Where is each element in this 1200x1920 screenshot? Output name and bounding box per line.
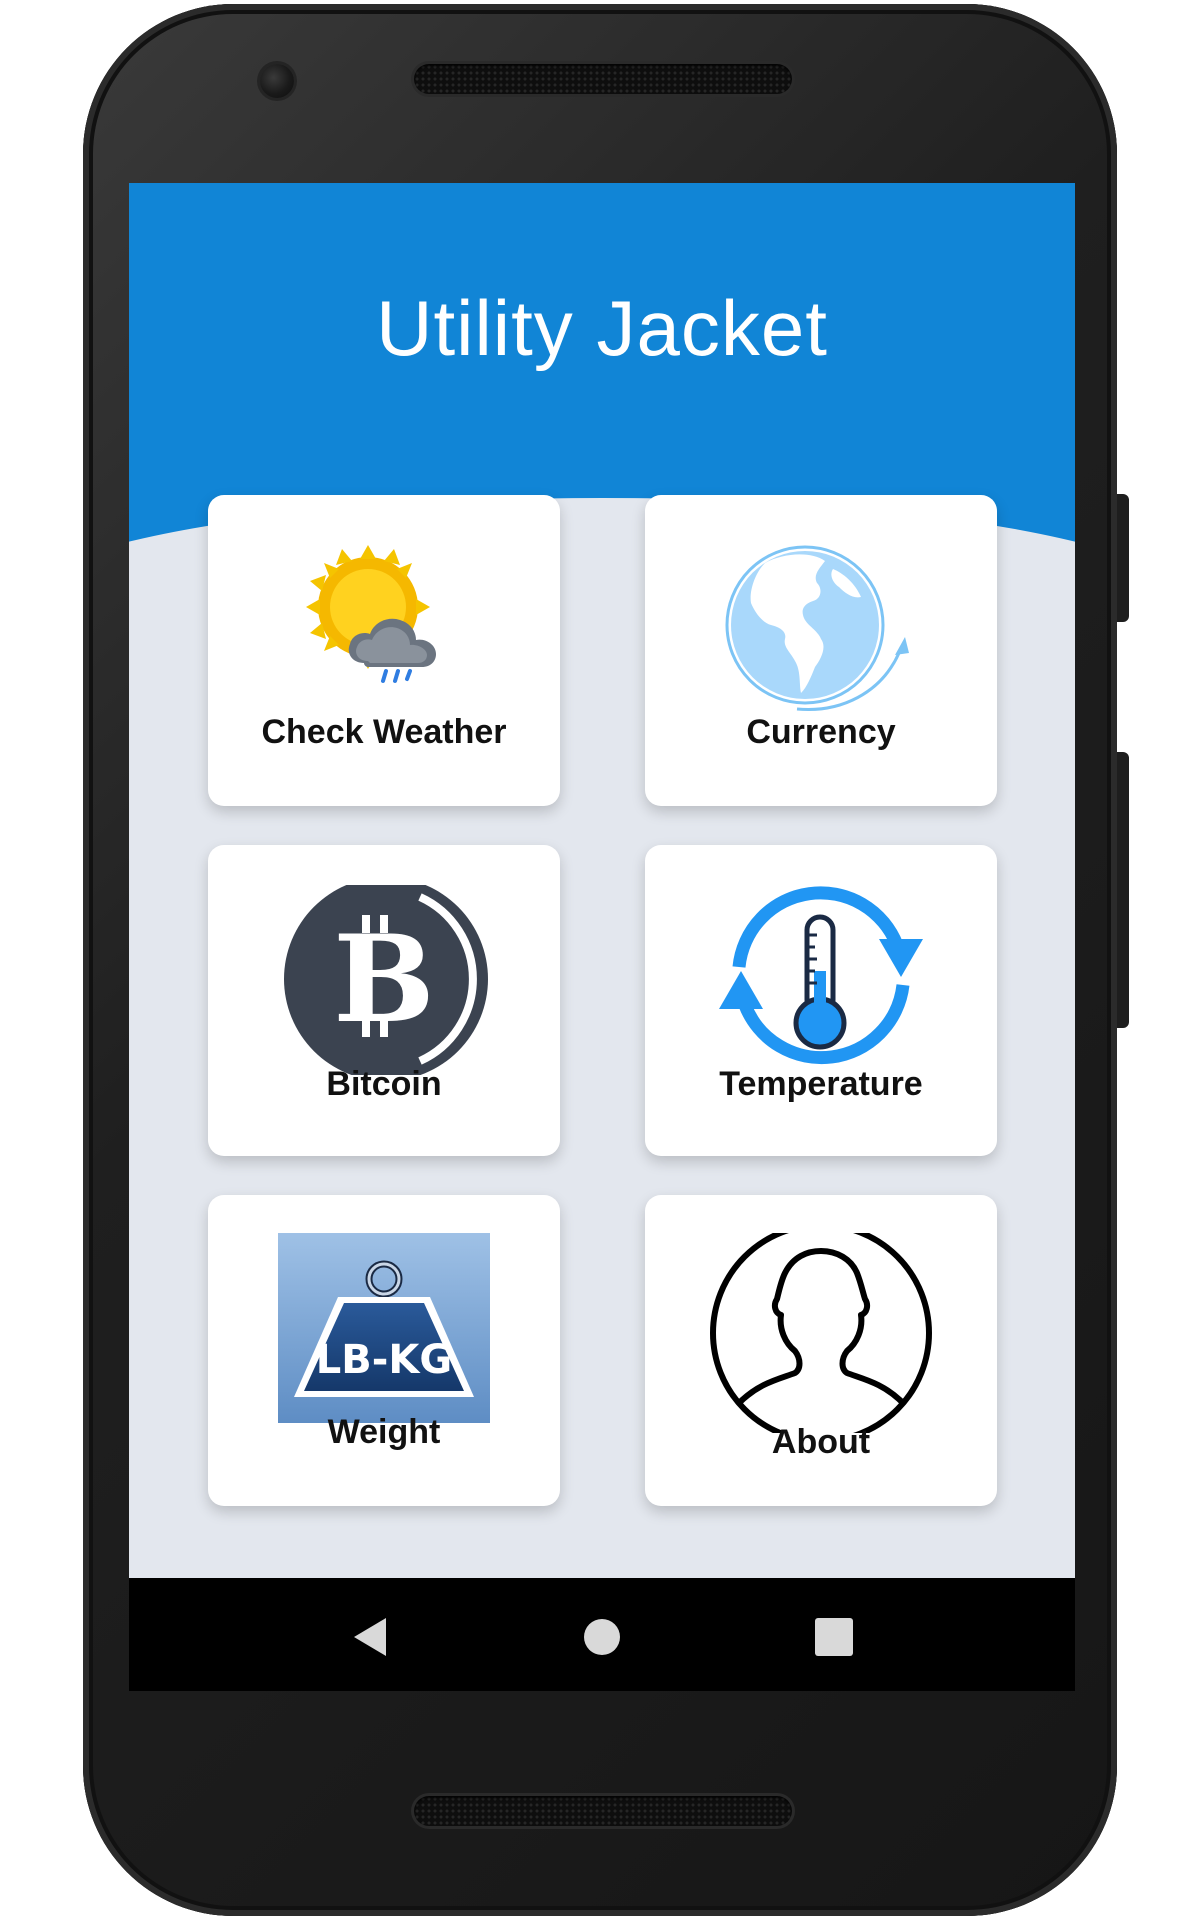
- system-navigation-bar: [129, 1578, 1075, 1691]
- bottom-speaker: [414, 1796, 792, 1826]
- menu-label-check-weather: Check Weather: [261, 713, 507, 751]
- bitcoin-icon: B: [284, 885, 488, 1075]
- page: Utility Jacket Check Weather Currency B …: [0, 0, 1200, 1920]
- menu-card-about[interactable]: About: [645, 1195, 997, 1506]
- menu-card-bitcoin[interactable]: B Bitcoin: [208, 845, 560, 1156]
- earpiece-speaker: [414, 64, 792, 94]
- menu-card-currency[interactable]: Currency: [645, 495, 997, 806]
- globe-icon: [725, 545, 909, 712]
- menu-card-check-weather[interactable]: Check Weather: [208, 495, 560, 806]
- menu-card-weight[interactable]: LB-KG Weight: [208, 1195, 560, 1506]
- menu-label-temperature: Temperature: [719, 1065, 923, 1103]
- recents-icon[interactable]: [811, 1614, 857, 1660]
- menu-label-bitcoin: Bitcoin: [326, 1065, 442, 1103]
- thermometer-icon: [719, 886, 923, 1065]
- menu-card-temperature[interactable]: Temperature: [645, 845, 997, 1156]
- app-title: Utility Jacket: [376, 284, 828, 372]
- power-button: [1117, 494, 1129, 622]
- weight-icon: LB-KG: [278, 1233, 490, 1423]
- person-icon: [710, 1233, 932, 1433]
- menu-label-about: About: [771, 1423, 871, 1461]
- camera-icon: [260, 64, 294, 98]
- weather-icon: [306, 545, 436, 683]
- back-icon[interactable]: [348, 1614, 394, 1660]
- app-screen: Utility Jacket Check Weather Currency B …: [129, 183, 1075, 1691]
- weight-icon-text: LB-KG: [316, 1337, 452, 1383]
- home-icon[interactable]: [579, 1614, 625, 1660]
- volume-button: [1117, 752, 1129, 1028]
- menu-label-currency: Currency: [746, 713, 896, 751]
- menu-label-weight: Weight: [327, 1413, 441, 1451]
